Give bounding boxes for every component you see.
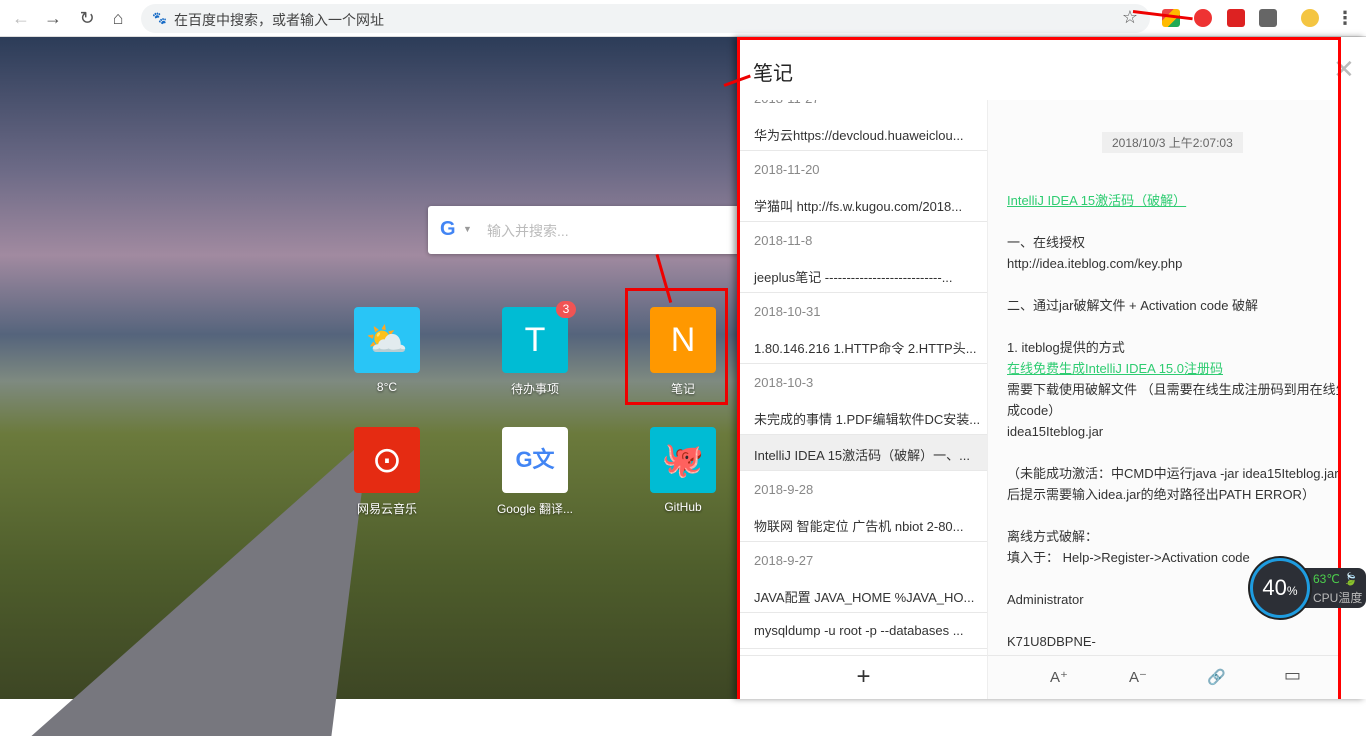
leaf-icon: 🍃 [1343, 572, 1359, 586]
image-icon[interactable]: ▭ [1284, 665, 1301, 686]
app-google-translate[interactable]: G文 [502, 427, 568, 493]
notes-title: 笔记 [753, 63, 793, 85]
cpu-usage: 40% [1253, 575, 1307, 601]
note-timestamp: 2018/10/3 上午2:07:03 [1102, 132, 1243, 153]
address-bar[interactable]: 🐾 在百度中搜索，或者输入一个网址 ☆ [141, 4, 1150, 33]
weather-icon: ⛅ [365, 321, 409, 359]
google-translate-icon: G文 [515, 447, 555, 472]
note-text-line [1007, 505, 1340, 526]
note-date-header: 2018-9-27 [754, 553, 814, 568]
note-list-item[interactable]: 1.80.146.216 1.HTTP命令 2.HTTP头... [740, 328, 987, 364]
note-text-line [1007, 442, 1340, 463]
forward-icon[interactable]: → [42, 7, 64, 29]
netease-music-icon: ⊙ [371, 439, 403, 480]
note-date-header: 2018-10-31 [754, 304, 821, 319]
note-link[interactable]: 在线免费生成IntelliJ IDEA 15.0注册码 [1007, 358, 1340, 379]
octocat-icon: 🐙 [661, 441, 705, 479]
app-translate-label: Google 翻译... [496, 502, 574, 516]
dropdown-caret-icon[interactable]: ▼ [463, 224, 472, 234]
cpu-usage-unit: % [1286, 584, 1298, 598]
app-todo[interactable]: T [502, 307, 568, 373]
google-search-box[interactable]: G ▼ 输入并搜索... [428, 206, 740, 254]
note-date-header: 2018-11-8 [754, 233, 813, 248]
note-text-line [1007, 274, 1340, 295]
note-text-line: http://idea.iteblog.com/key.php [1007, 256, 1183, 271]
annotation-box [625, 288, 728, 405]
cpu-temp-label: CPU温度 [1313, 591, 1363, 605]
todo-badge: 3 [556, 301, 576, 318]
app-netease-label: 网易云音乐 [356, 502, 417, 516]
note-text-line: 后提示需要输入idea.jar的绝对路径出PATH ERROR） [1007, 487, 1315, 502]
lock-extension-icon[interactable] [1227, 9, 1245, 27]
note-date-header: 2018-11-27 [740, 100, 987, 115]
google-icon: G [440, 218, 456, 240]
cpu-widget[interactable]: 40% 63℃ 🍃 CPU温度 [1250, 558, 1366, 618]
add-note-button[interactable]: + [740, 655, 988, 699]
note-list-item[interactable]: 学猫叫 http://fs.w.kugou.com/2018... [740, 186, 987, 222]
notes-list[interactable]: 2018-11-27华为云https://devcloud.huaweiclou… [740, 100, 988, 655]
search-placeholder: 输入并搜索... [487, 223, 569, 239]
note-text-line: 需要下载使用破解文件 （且需要在线生成注册码到用在线生 [1007, 382, 1340, 397]
font-decrease-button[interactable]: A⁻ [1129, 668, 1147, 686]
cpu-temp-value: 63℃ [1313, 572, 1340, 586]
reload-icon[interactable]: ↻ [76, 7, 98, 29]
lock-grey-extension-icon[interactable] [1259, 9, 1277, 27]
app-github[interactable]: 🐙 [650, 427, 716, 493]
baidu-icon: 🐾 [152, 11, 167, 25]
note-text-line: idea15Iteblog.jar [1007, 424, 1104, 439]
note-list-item[interactable]: JAVA配置 JAVA_HOME %JAVA_HO... [740, 577, 987, 613]
note-list-item[interactable]: jeeplus笔记 ---------------------------... [740, 257, 987, 293]
app-netease-music[interactable]: ⊙ [354, 427, 420, 493]
font-increase-button[interactable]: A⁺ [1050, 668, 1068, 686]
note-list-item[interactable]: mysqldump -u root -p --databases ... [740, 613, 987, 649]
note-list-item[interactable]: 物联网 智能定位 广告机 nbiot 2-80... [740, 506, 987, 542]
note-list-item[interactable]: IntelliJ IDEA 15激活码（破解）一、... [740, 435, 987, 471]
app-weather-label: 8°C [376, 380, 398, 394]
browser-toolbar: ← → ↻ ⌂ 🐾 在百度中搜索，或者输入一个网址 ☆ ⋮ [0, 0, 1366, 37]
note-text-line: K71U8DBPNE- [1007, 634, 1096, 649]
app-github-label: GitHub [664, 500, 702, 514]
note-link[interactable]: IntelliJ IDEA 15激活码（破解） [1007, 190, 1340, 211]
note-date-header: 2018-10-3 [754, 375, 814, 390]
menu-icon[interactable]: ⋮ [1334, 7, 1356, 29]
home-icon[interactable]: ⌂ [107, 7, 129, 29]
note-list-item[interactable]: 华为云https://devcloud.huaweiclou... [740, 115, 987, 151]
note-text-line: 一、在线授权 [1007, 235, 1086, 250]
note-text-line: 离线方式破解： [1007, 529, 1099, 544]
note-text-line: 成code） [1007, 403, 1062, 418]
note-text-line: 1. iteblog提供的方式 [1007, 340, 1125, 355]
todo-letter-icon: T [524, 321, 546, 359]
address-placeholder: 在百度中搜索，或者输入一个网址 [174, 12, 384, 28]
note-text-line: 二、通过jar破解文件 + Activation code 破解 [1007, 298, 1259, 313]
cpu-usage-ring: 40% [1250, 558, 1310, 618]
cpu-usage-value: 40 [1262, 575, 1287, 600]
note-text-line [1007, 316, 1340, 337]
app-weather[interactable]: ⛅ [354, 307, 420, 373]
close-icon[interactable]: ✕ [1333, 54, 1355, 85]
note-list-item[interactable]: 未完成的事情 1.PDF编辑软件DC安装... [740, 399, 987, 435]
cpu-temp: 63℃ 🍃 [1313, 572, 1358, 586]
app-todo-label: 待办事项 [510, 382, 559, 396]
profile-avatar[interactable] [1301, 9, 1319, 27]
link-icon[interactable]: 🔗 [1207, 668, 1226, 686]
infinity-extension-icon[interactable] [1194, 9, 1212, 27]
note-text-line: （未能成功激活：中CMD中运行java -jar idea15Iteblog.j… [1007, 466, 1339, 481]
note-text-line [1007, 211, 1340, 232]
note-date-header: 2018-11-20 [754, 162, 820, 177]
editor-toolbar: A⁺ A⁻ 🔗 ▭ [988, 655, 1340, 699]
back-icon[interactable]: ← [10, 7, 32, 29]
note-date-header: 2018-9-28 [754, 482, 814, 497]
